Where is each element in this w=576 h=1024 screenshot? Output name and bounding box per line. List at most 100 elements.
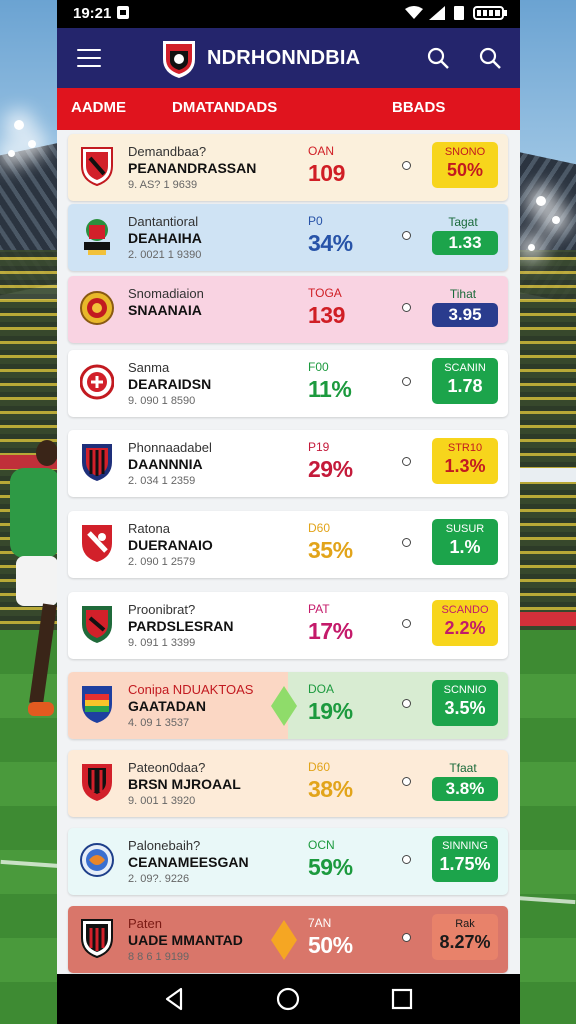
team-name: BRSN MJROAAL — [128, 776, 241, 792]
stat-value: 29% — [308, 456, 353, 482]
odds-pill[interactable]: SINNING 1.75% — [432, 836, 498, 882]
stat-label: PAT — [308, 602, 330, 616]
match-card[interactable]: Demandbaa? PEANANDRASSAN 9. AS? 1 9639 O… — [68, 134, 508, 201]
match-card[interactable]: Proonibrat? PARDSLESRAN 9. 091 1 3399 PA… — [68, 592, 508, 659]
select-radio[interactable] — [402, 231, 411, 240]
match-card[interactable]: Pateon0daa? BRSN MJROAAL 9. 001 1 3920 D… — [68, 750, 508, 817]
team-subtitle: Ratona — [128, 521, 170, 536]
home-icon[interactable] — [275, 986, 301, 1012]
select-radio[interactable] — [402, 303, 411, 312]
back-icon[interactable] — [161, 986, 187, 1012]
select-radio[interactable] — [402, 855, 411, 864]
column-header-name[interactable]: AADME — [71, 99, 126, 116]
select-radio[interactable] — [402, 619, 411, 628]
wifi-icon — [405, 6, 423, 19]
floodlight — [28, 140, 36, 148]
odds-value: 1.% — [449, 537, 481, 557]
notification-icon — [117, 6, 129, 19]
team-subtitle: Paten — [128, 916, 162, 931]
highlight-diamond-icon — [271, 920, 297, 960]
advert-board-right-lower — [516, 612, 576, 626]
floodlight — [528, 244, 535, 251]
stat-value: 139 — [308, 302, 345, 328]
team-name: PARDSLESRAN — [128, 618, 234, 634]
odds-pill[interactable]: SUSUR 1.% — [432, 519, 498, 565]
column-header-odds[interactable]: BBADS — [392, 99, 445, 116]
match-card[interactable]: Phonnaadabel DAANNNIA 2. 034 1 2359 P19 … — [68, 430, 508, 497]
match-card[interactable]: Palonebaih? CEANAMEESGAN 2. 09?. 9226 OC… — [68, 828, 508, 895]
odds-pill[interactable]: Rak 8.27% — [432, 914, 498, 960]
match-card[interactable]: Snomadiaion SNAANAIA TOGA 139 Tihat 3.95 — [68, 276, 508, 343]
odds-label: Tagat — [448, 215, 478, 229]
odds-value: 50% — [446, 160, 484, 180]
odds-label: Rak — [455, 918, 475, 930]
odds-value: 1.78 — [447, 376, 483, 396]
team-badge-icon — [82, 686, 112, 723]
match-meta: 9. 001 1 3920 — [128, 795, 196, 807]
recents-icon[interactable] — [389, 986, 415, 1012]
team-name: UADE MMANTAD — [128, 932, 243, 948]
odds-value: 3.5% — [444, 698, 486, 718]
club-logo-icon — [163, 41, 195, 78]
odds-value: 1.3% — [444, 456, 486, 476]
match-card[interactable]: Conipa NDUAKTOAS GAATADAN 4. 09 1 3537 D… — [68, 672, 508, 739]
status-bar: 19:21 — [57, 0, 520, 28]
column-header-stats[interactable]: DMATANDADS — [172, 99, 277, 116]
stat-label: F00 — [308, 360, 329, 374]
match-meta: 2. 0021 1 9390 — [128, 249, 202, 261]
match-card[interactable]: Sanma DEARAIDSN 9. 090 1 8590 F00 11% SC… — [68, 350, 508, 417]
stat-label: 7AN — [308, 916, 332, 930]
select-radio[interactable] — [402, 777, 411, 786]
select-radio[interactable] — [402, 377, 411, 386]
select-radio[interactable] — [402, 538, 411, 547]
select-radio[interactable] — [402, 457, 411, 466]
team-badge-icon — [81, 147, 113, 186]
odds-pill[interactable]: SCANIN 1.78 — [432, 358, 498, 404]
odds-label: STR10 — [447, 442, 483, 454]
match-list: Demandbaa? PEANANDRASSAN 9. AS? 1 9639 O… — [57, 130, 520, 974]
match-meta: 9. AS? 1 9639 — [128, 179, 198, 191]
app-bar: NDRHONNDBIA — [57, 28, 520, 88]
team-badge-icon — [80, 843, 114, 877]
odds-value: 1.75% — [439, 854, 491, 874]
select-radio[interactable] — [402, 699, 411, 708]
odds-pill[interactable]: 3.8% — [432, 777, 498, 801]
odds-label: SINNING — [442, 840, 488, 852]
odds-pill[interactable]: STR10 1.3% — [432, 438, 498, 484]
match-card[interactable]: Ratona DUERANAIO 2. 090 1 2579 D60 35% S… — [68, 511, 508, 578]
odds-pill[interactable]: SNONO 50% — [432, 142, 498, 188]
team-name: DEAHAIHA — [128, 230, 202, 246]
team-name: CEANAMEESGAN — [128, 854, 249, 870]
stat-label: OCN — [308, 838, 335, 852]
match-card[interactable]: Dantantioral DEAHAIHA 2. 0021 1 9390 P0 … — [68, 204, 508, 271]
hamburger-menu-icon[interactable] — [77, 49, 101, 67]
stat-label: P19 — [308, 440, 330, 454]
match-card[interactable]: Paten UADE MMANTAD 8 8 6 1 9199 7AN 50% … — [68, 906, 508, 973]
odds-pill[interactable]: SCNNIO 3.5% — [432, 680, 498, 726]
team-badge-icon — [81, 919, 113, 958]
system-nav-bar — [57, 974, 520, 1024]
odds-value: 8.27% — [439, 932, 491, 952]
search-icon[interactable] — [427, 47, 449, 69]
battery-icon — [473, 6, 507, 20]
team-subtitle: Sanma — [128, 360, 170, 375]
team-badge-icon — [80, 291, 114, 325]
stat-value: 109 — [308, 160, 345, 186]
odds-pill[interactable]: 1.33 — [432, 231, 498, 255]
team-badge-icon — [82, 764, 112, 801]
select-radio[interactable] — [402, 933, 411, 942]
app-title: NDRHONNDBIA — [207, 47, 361, 69]
search-icon-secondary[interactable] — [479, 47, 501, 69]
team-subtitle: Demandbaa? — [128, 144, 207, 159]
stat-label: TOGA — [308, 286, 342, 300]
advert-board-right — [516, 468, 576, 482]
select-radio[interactable] — [402, 161, 411, 170]
odds-pill[interactable]: SCANDO 2.2% — [432, 600, 498, 646]
team-name: GAATADAN — [128, 698, 207, 714]
odds-value: 1.33 — [448, 233, 482, 252]
odds-pill[interactable]: 3.95 — [432, 303, 498, 327]
team-subtitle: Proonibrat? — [128, 602, 196, 617]
team-name: PEANANDRASSAN — [128, 160, 257, 176]
stat-label: DOA — [308, 682, 335, 696]
match-meta: 2. 034 1 2359 — [128, 475, 196, 487]
